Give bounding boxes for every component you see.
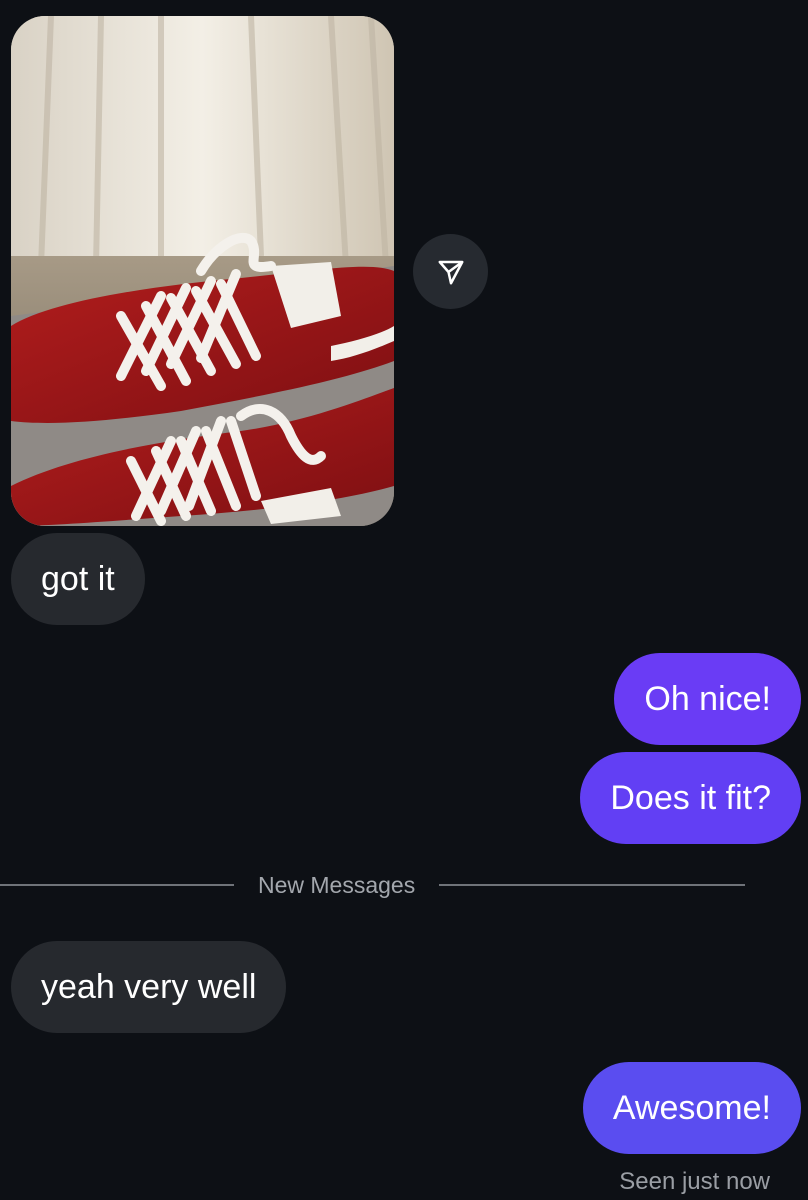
- seen-status: Seen just now: [619, 1168, 770, 1195]
- message-text: yeah very well: [41, 968, 257, 1006]
- new-messages-divider: New Messages: [0, 870, 772, 900]
- divider-line: [0, 884, 234, 886]
- message-bubble-outgoing[interactable]: Does it fit?: [580, 752, 801, 844]
- divider-label: New Messages: [258, 871, 416, 898]
- message-bubble-outgoing[interactable]: Awesome!: [582, 1062, 801, 1154]
- divider-line: [439, 884, 746, 886]
- message-text: got it: [41, 560, 115, 598]
- message-text: Oh nice!: [644, 680, 771, 718]
- message-bubble-incoming[interactable]: yeah very well: [11, 941, 287, 1033]
- message-text: Does it fit?: [610, 779, 771, 817]
- sneakers-photo: [11, 16, 394, 526]
- chat-thread: got it Oh nice! Does it fit? New Message…: [0, 0, 808, 1200]
- message-bubble-outgoing[interactable]: Oh nice!: [614, 653, 801, 745]
- photo-message[interactable]: [11, 16, 394, 526]
- message-bubble-incoming[interactable]: got it: [11, 533, 145, 625]
- paper-plane-icon: [438, 260, 463, 284]
- message-text: Awesome!: [612, 1089, 771, 1127]
- share-button[interactable]: [413, 234, 488, 309]
